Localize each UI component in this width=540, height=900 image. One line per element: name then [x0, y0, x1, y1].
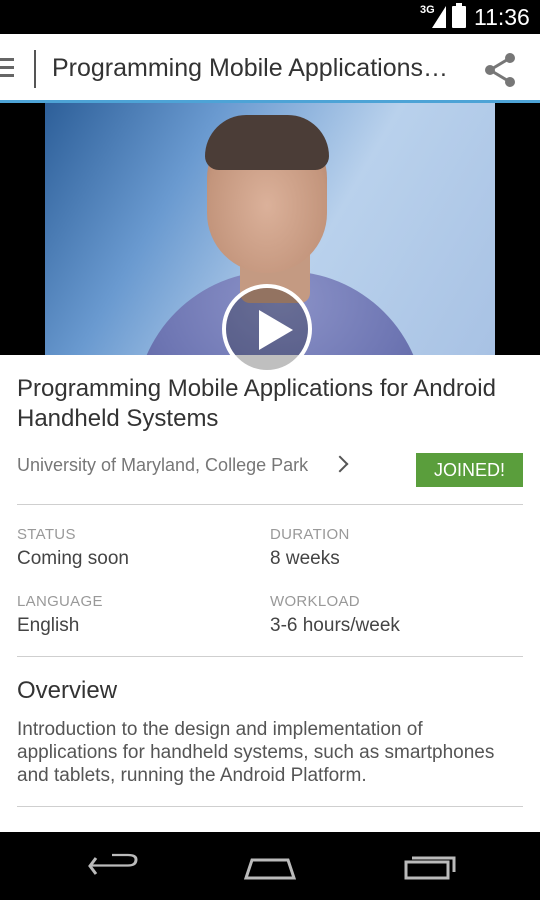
action-bar-title: Programming Mobile Applications…: [52, 54, 449, 82]
status-value: Coming soon: [17, 548, 129, 569]
chevron-right-icon[interactable]: [331, 455, 349, 473]
action-bar-divider: [34, 50, 36, 88]
divider: [17, 656, 523, 657]
university-link[interactable]: University of Maryland, College Park: [17, 455, 308, 476]
navigation-bar: [0, 832, 540, 900]
status-label: STATUS: [17, 526, 76, 543]
divider: [17, 806, 523, 807]
back-icon[interactable]: [62, 832, 162, 900]
status-bar: 3G 11:36: [0, 0, 540, 34]
joined-button[interactable]: JOINED!: [416, 453, 523, 487]
divider: [17, 504, 523, 505]
duration-value: 8 weeks: [270, 548, 340, 569]
video-player[interactable]: [0, 103, 540, 374]
overview-text: Introduction to the design and implement…: [17, 719, 495, 786]
signal-icon: [432, 6, 446, 28]
language-label: LANGUAGE: [17, 593, 103, 610]
workload-value: 3-6 hours/week: [270, 615, 400, 636]
workload-label: WORKLOAD: [270, 593, 360, 610]
action-bar: Programming Mobile Applications…: [0, 34, 540, 103]
duration-label: DURATION: [270, 526, 350, 543]
play-icon: [259, 310, 293, 350]
presenter-hair: [205, 115, 329, 170]
course-title: Programming Mobile Applications for Andr…: [17, 375, 496, 432]
share-icon[interactable]: [482, 52, 518, 88]
menu-icon[interactable]: [0, 58, 14, 78]
play-button[interactable]: [222, 284, 312, 374]
home-icon[interactable]: [220, 832, 320, 900]
clock: 11:36: [474, 4, 530, 30]
battery-icon: [452, 3, 466, 28]
language-value: English: [17, 615, 80, 636]
overview-heading: Overview: [17, 677, 118, 704]
recent-apps-icon[interactable]: [378, 832, 478, 900]
